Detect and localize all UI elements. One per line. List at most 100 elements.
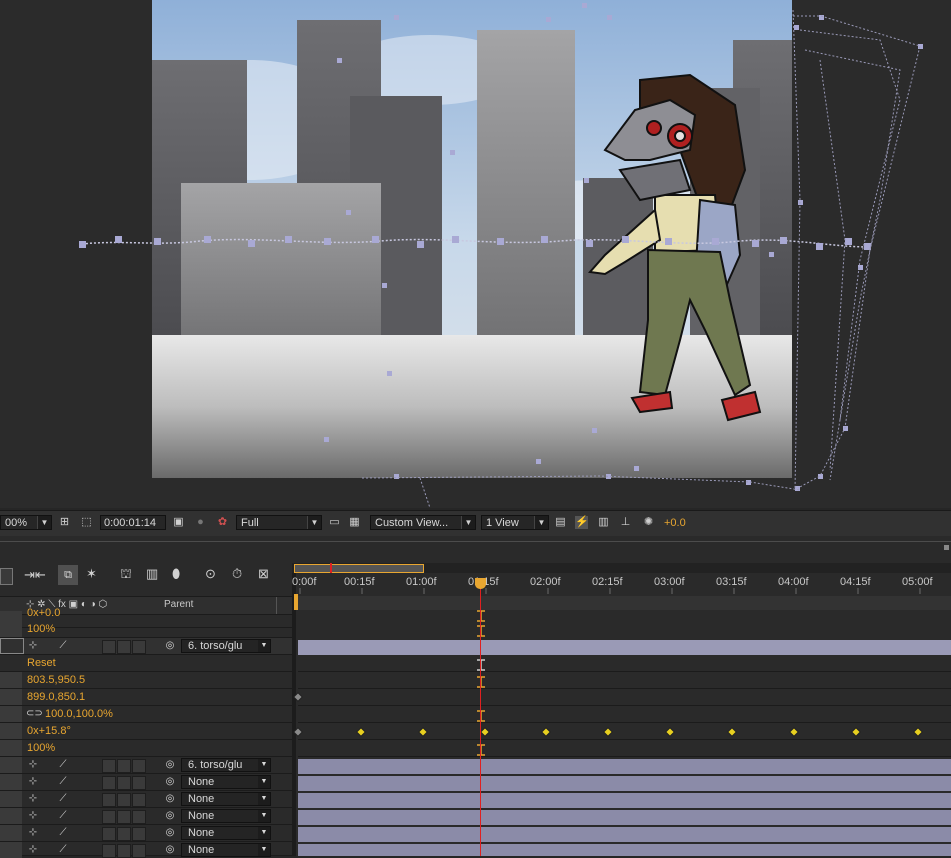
parent-dropdown[interactable]: None ▼ [181,792,271,806]
layer-row[interactable]: ⊹ ⟋ ◎ None ▼ [0,791,292,808]
brainstorm-icon[interactable]: ⬮ [172,566,180,582]
switch-box[interactable] [132,793,146,807]
quality-switch-icon[interactable]: ⟋ [56,843,70,857]
motion-blur-icon[interactable]: ▥ [146,566,158,582]
opacity-value[interactable]: 100% [27,742,55,754]
view-dropdown[interactable]: Custom View... ▼ [370,515,476,530]
transform-reset-row: Reset [0,655,292,672]
fast-previews-icon[interactable]: ⚡ [575,516,589,529]
magnification-dropdown[interactable]: 00% ▼ [0,515,52,530]
draft-3d-icon[interactable]: ⧉ [58,565,78,585]
hide-shy-layers-icon[interactable]: ✶ [86,566,97,582]
comp-mini-flowchart-icon[interactable]: ⇥⇤ [24,567,46,583]
pick-whip-icon[interactable]: ◎ [163,639,177,653]
shy-switch-icon[interactable]: ⊹ [26,792,40,806]
safe-zones-icon[interactable]: ⊞ [58,516,71,529]
parent-dropdown[interactable]: None ▼ [181,775,271,789]
layer-row[interactable]: ⊹ ⟋ ◎ None ▼ [0,842,292,858]
constrain-proportions-icon[interactable]: ⊂⊃ [26,708,43,719]
layer-row[interactable]: ⊹ ⟋ ◎ 6. torso/glu ▼ [0,638,292,655]
quality-switch-icon[interactable]: ⟋ [56,758,70,772]
snapshot-camera-icon[interactable]: ▣ [172,516,185,529]
switch-box[interactable] [132,640,146,654]
stopwatch-icon[interactable]: ⏱ [232,566,242,582]
quality-switch-icon[interactable]: ⟋ [56,792,70,806]
toggle-pixel-aspect-icon[interactable]: ▤ [554,516,567,529]
switch-box[interactable] [102,827,116,841]
pick-whip-icon[interactable]: ◎ [163,826,177,840]
switch-box[interactable] [117,640,131,654]
transform-reset-link[interactable]: Reset [27,657,56,669]
switch-box[interactable] [117,776,131,790]
flowchart-icon[interactable]: ⊥ [619,516,632,529]
layer-row[interactable]: ⊹ ⟋ ◎ None ▼ [0,825,292,842]
clipped-property-value[interactable]: 0x+0.0 [27,607,60,619]
parent-dropdown[interactable]: None ▼ [181,843,271,857]
layer-row[interactable]: ⊹ ⟋ ◎ None ▼ [0,774,292,791]
mask-visibility-icon[interactable]: ⬚ [80,516,93,529]
quality-switch-icon[interactable]: ⟋ [56,826,70,840]
pick-whip-icon[interactable]: ◎ [163,775,177,789]
layer-label-color[interactable] [0,638,24,654]
shy-switch-icon[interactable]: ⊹ [26,826,40,840]
frame-blending-icon[interactable]: ⛫ [120,566,132,584]
parent-dropdown[interactable]: 6. torso/glu ▼ [181,639,271,653]
panel-menu-icon[interactable] [944,545,949,550]
quality-switch-icon[interactable]: ⟋ [56,639,70,653]
exposure-value[interactable]: +0.0 [664,517,686,529]
switch-box[interactable] [117,793,131,807]
switch-box[interactable] [117,759,131,773]
parent-dropdown[interactable]: None ▼ [181,809,271,823]
reset-exposure-icon[interactable]: ✺ [642,516,655,529]
resolution-dropdown[interactable]: Full ▼ [236,515,322,530]
layer-row[interactable]: ⊹ ⟋ ◎ None ▼ [0,808,292,825]
switch-box[interactable] [132,827,146,841]
layer-row[interactable]: ⊹ ⟋ ◎ 6. torso/glu ▼ [0,757,292,774]
switch-box[interactable] [132,810,146,824]
row-lead [0,621,22,637]
shy-switch-icon[interactable]: ⊹ [26,639,40,653]
switch-box[interactable] [102,759,116,773]
auto-keyframe-icon[interactable]: ⊙ [205,566,216,582]
pick-whip-icon[interactable]: ◎ [163,809,177,823]
composition-viewer[interactable] [0,0,951,508]
rotation-value[interactable]: 0x+15.8° [27,725,71,737]
shy-switch-icon[interactable]: ⊹ [26,775,40,789]
quality-switch-icon[interactable]: ⟋ [56,809,70,823]
color-channels-icon[interactable]: ✿ [216,516,229,529]
scale-value[interactable]: 100.0,100.0% [45,708,113,720]
quality-switch-icon[interactable]: ⟋ [56,775,70,789]
graph-editor-icon[interactable]: ⊠ [258,566,269,582]
keyframe-diamond [727,727,737,737]
switch-box[interactable] [102,810,116,824]
shy-switch-icon[interactable]: ⊹ [26,809,40,823]
parent-dropdown[interactable]: 6. torso/glu ▼ [181,758,271,772]
switch-box[interactable] [117,827,131,841]
pick-whip-icon[interactable]: ◎ [163,792,177,806]
shy-switch-icon[interactable]: ⊹ [26,758,40,772]
show-snapshot-icon[interactable]: ● [194,516,207,529]
scale-row: ⊂⊃ 100.0,100.0% [0,706,292,723]
switch-box[interactable] [117,810,131,824]
switch-box[interactable] [102,640,116,654]
pick-whip-icon[interactable]: ◎ [163,843,177,857]
search-box-edge[interactable] [0,568,13,585]
opacity-value[interactable]: 100% [27,623,55,635]
anchor-point-value[interactable]: 803.5,950.5 [27,674,85,686]
switch-box[interactable] [102,793,116,807]
transparency-grid-icon[interactable]: ▦ [348,516,361,529]
pick-whip-icon[interactable]: ◎ [163,758,177,772]
current-time-indicator-head[interactable] [475,578,486,589]
switch-box[interactable] [132,776,146,790]
view-layout-dropdown[interactable]: 1 View ▼ [481,515,549,530]
opacity-row: 100% [0,621,292,638]
position-value[interactable]: 899.0,850.1 [27,691,85,703]
timeline-icon[interactable]: ▥ [597,516,610,529]
current-time-indicator[interactable] [480,578,481,856]
shy-switch-icon[interactable]: ⊹ [26,843,40,857]
region-of-interest-icon[interactable]: ▭ [328,516,341,529]
current-time-field[interactable]: 0:00:01:14 [100,515,166,530]
parent-dropdown[interactable]: None ▼ [181,826,271,840]
switch-box[interactable] [132,759,146,773]
switch-box[interactable] [102,776,116,790]
